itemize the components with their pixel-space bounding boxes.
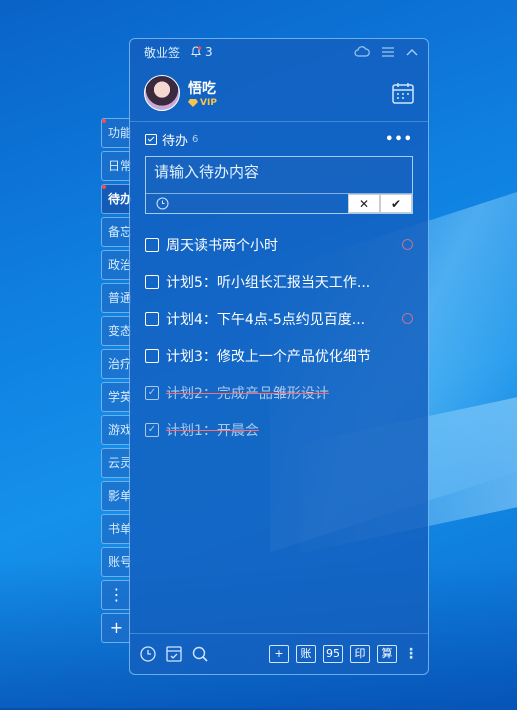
side-tab-label: 治疗 (108, 357, 131, 371)
section-title: 待办 (162, 133, 189, 149)
reminder-icon (402, 313, 413, 324)
menu-icon[interactable] (382, 47, 394, 57)
search-icon[interactable] (192, 646, 208, 662)
avatar[interactable] (144, 75, 180, 111)
user-profile: 悟吃 VIP (130, 65, 428, 122)
todo-text: 计划5：听小组长汇报当天工作... (166, 274, 371, 291)
todo-count: 6 (192, 133, 199, 145)
confirm-button[interactable]: ✔ (380, 194, 412, 213)
more-options-button[interactable]: ••• (385, 132, 413, 147)
side-tab-13[interactable]: 账号 (101, 547, 131, 577)
todo-input[interactable] (146, 157, 412, 187)
history-clock-icon[interactable] (140, 646, 156, 662)
unread-dot (102, 119, 106, 123)
bell-icon (191, 46, 202, 57)
side-tab-3[interactable]: 备忘 (101, 217, 131, 247)
side-tab-9[interactable]: 游戏 (101, 415, 131, 445)
cloud-sync-icon[interactable] (354, 46, 370, 58)
title-bar[interactable]: 敬业签 3 (130, 39, 428, 65)
side-tab-label: 备忘 (108, 225, 131, 239)
todo-item[interactable]: 计划4：下午4点-5点约见百度... (130, 300, 428, 337)
todo-checkbox[interactable] (145, 311, 159, 326)
user-name: 悟吃 (188, 81, 216, 97)
todo-item[interactable]: 计划3：修改上一个产品优化细节 (130, 337, 428, 374)
reminder-icon (402, 239, 413, 250)
add-category-button[interactable]: + (101, 613, 131, 643)
side-tab-label: 学英 (108, 390, 131, 404)
more-tools-icon[interactable]: ⋮ (404, 647, 418, 661)
todo-text: 计划3：修改上一个产品优化细节 (166, 348, 371, 365)
tool-button-2[interactable]: 95 (323, 645, 343, 663)
main-panel: 敬业签 3 悟吃 VIP 待办 6 ••• 请输入待办内容 ✕ ✔ 周天读书两个… (129, 38, 429, 675)
todo-list: 周天读书两个小时计划5：听小组长汇报当天工作... 计划4：下午4点-5点约见百度… (130, 226, 428, 448)
tool-button-0[interactable]: + (269, 645, 289, 663)
todo-checkbox[interactable] (145, 348, 159, 363)
calendar-icon[interactable] (392, 82, 414, 104)
side-tab-8[interactable]: 学英 (101, 382, 131, 412)
notification-count: 3 (205, 45, 213, 59)
side-tab-label: 书单 (108, 522, 131, 536)
side-tab-0[interactable]: 功能 (101, 118, 131, 148)
side-tab-label: 日常 (108, 159, 131, 173)
tool-button-1[interactable]: 账 (296, 645, 316, 663)
side-tab-5[interactable]: 普通 (101, 283, 131, 313)
side-tab-6[interactable]: 变态 (101, 316, 131, 346)
unread-dot (102, 185, 106, 189)
side-tab-label: 云灵 (108, 456, 131, 470)
side-tab-1[interactable]: 日常 (101, 151, 131, 181)
diamond-icon (188, 99, 198, 107)
side-tab-label: 变态 (108, 324, 131, 338)
side-tab-12[interactable]: 书单 (101, 514, 131, 544)
section-header: 待办 6 ••• (130, 122, 428, 156)
todo-text: 计划1：开晨会 (166, 422, 259, 439)
side-tab-label: 政治 (108, 258, 131, 272)
side-tab-label: 影单 (108, 489, 131, 503)
todo-checkbox[interactable]: ✓ (145, 385, 159, 400)
side-tab-label: 游戏 (108, 423, 131, 437)
side-tab-label: 账号 (108, 555, 131, 569)
checkbox-icon (145, 134, 157, 145)
notification-button[interactable]: 3 (190, 45, 213, 59)
side-tab-10[interactable]: 云灵 (101, 448, 131, 478)
side-tab-label: 普通 (108, 291, 131, 305)
todo-item[interactable]: ✓ 计划1：开晨会 (130, 411, 428, 448)
side-tab-2[interactable]: 待办 (101, 184, 131, 214)
todo-item[interactable]: 计划5：听小组长汇报当天工作... (130, 263, 428, 300)
todo-text: 计划4：下午4点-5点约见百度... (166, 311, 366, 328)
todo-checkbox[interactable]: ✓ (145, 422, 159, 437)
collapse-icon[interactable] (406, 48, 418, 56)
bottom-toolbar: + 账 95 印算 ⋮ (130, 633, 428, 674)
completed-box-icon[interactable] (166, 646, 182, 662)
reminder-clock-icon[interactable] (156, 197, 169, 210)
todo-checkbox[interactable] (145, 237, 159, 252)
cancel-button[interactable]: ✕ (348, 194, 380, 213)
tool-button-3[interactable]: 印 (350, 645, 370, 663)
side-tab-4[interactable]: 政治 (101, 250, 131, 280)
side-tab-7[interactable]: 治疗 (101, 349, 131, 379)
side-tab-11[interactable]: 影单 (101, 481, 131, 511)
todo-input-box: ✕ ✔ (145, 156, 413, 214)
category-tabs: 功能日常待办备忘政治普通变态治疗学英游戏云灵影单书单账号 ⋮ + (101, 118, 131, 646)
vip-badge: VIP (188, 98, 217, 108)
todo-checkbox[interactable] (145, 274, 159, 289)
side-tab-label: 功能 (108, 126, 131, 140)
todo-item[interactable]: 周天读书两个小时 (130, 226, 428, 263)
tool-button-4[interactable]: 算 (377, 645, 397, 663)
more-categories-button[interactable]: ⋮ (101, 580, 131, 610)
side-tab-label: 待办 (108, 192, 131, 206)
todo-text: 计划2：完成产品雏形设计 (166, 385, 329, 402)
app-title: 敬业签 (144, 45, 181, 60)
todo-text: 周天读书两个小时 (166, 237, 278, 254)
todo-item[interactable]: ✓ 计划2：完成产品雏形设计 (130, 374, 428, 411)
